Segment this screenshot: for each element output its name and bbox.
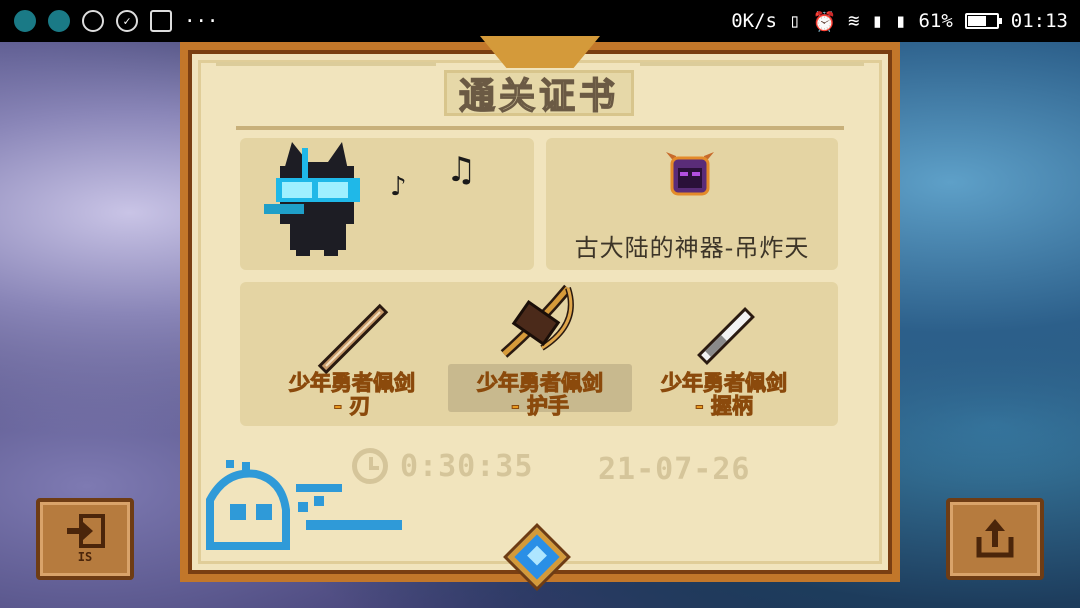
sim1-icon: ▮	[871, 10, 884, 32]
clear-time-value: 0:30:35	[400, 448, 534, 484]
exit-button-label: IS	[77, 550, 93, 564]
share-button[interactable]	[946, 498, 1044, 580]
crossbow-guard-icon	[500, 284, 574, 358]
exit-button[interactable]: IS	[36, 498, 134, 580]
certificate-title: 通关证书	[458, 75, 619, 118]
more-dots-icon: ···	[184, 10, 219, 32]
demon-helmet-icon	[666, 152, 714, 196]
sim2-icon: ▮	[895, 10, 907, 32]
decorative-border-left	[216, 62, 436, 66]
image-icon	[150, 10, 172, 32]
sword-hilt-icon	[697, 307, 755, 365]
exit-door-icon	[67, 514, 105, 548]
character-card: ♪ ♫	[240, 138, 534, 270]
check-circle-icon: ✓	[116, 10, 138, 32]
weapon-2-part: - 护手	[510, 394, 570, 418]
weapon-3-part: - 握柄	[694, 394, 754, 418]
sword-blade-icon	[317, 303, 389, 375]
weapon-label-2: 少年勇者佩剑 - 护手	[450, 371, 630, 418]
music-note-large-icon: ♫	[446, 150, 477, 190]
title-divider	[236, 126, 844, 130]
net-speed: 0K/s	[731, 10, 777, 32]
clear-date: 21-07-26	[598, 452, 751, 487]
weapon-label-3: 少年勇者佩剑 - 握柄	[634, 371, 814, 418]
weapon-2-name: 少年勇者佩剑	[477, 371, 604, 395]
title-plaque: 通关证书	[444, 70, 634, 118]
status-bar-right: 0K/s ▯ ⏰ ≋ ▮ ▮ 61% 01:13	[731, 10, 1068, 33]
status-bar: ✓ ··· 0K/s ▯ ⏰ ≋ ▮ ▮ 61% 01:13	[0, 0, 1080, 42]
weapon-1-part: - 刃	[333, 394, 371, 418]
weapon-3-name: 少年勇者佩剑	[661, 371, 788, 395]
app-icon-1	[14, 10, 36, 32]
battery-icon	[964, 13, 1002, 29]
weapon-label-1: 少年勇者佩剑 - 刃	[262, 371, 442, 418]
battery-percent: 61%	[918, 10, 953, 32]
app-icon-2	[48, 10, 70, 32]
share-icon	[976, 519, 1014, 558]
wifi-icon: ≋	[848, 10, 860, 32]
clock-time: 01:13	[1010, 10, 1068, 32]
game-logo-icon	[206, 460, 402, 550]
music-note-small-icon: ♪	[390, 172, 407, 202]
weapon-1-name: 少年勇者佩剑	[289, 371, 416, 395]
location-icon	[82, 10, 104, 32]
decorative-border-right	[640, 62, 864, 66]
artifact-name: 古大陆的神器-吊炸天	[574, 234, 810, 262]
alarm-icon: ⏰	[812, 10, 837, 33]
character-cat-icon	[264, 142, 360, 256]
status-bar-left-icons: ✓ ···	[14, 10, 218, 32]
vibrate-icon: ▯	[788, 10, 801, 32]
